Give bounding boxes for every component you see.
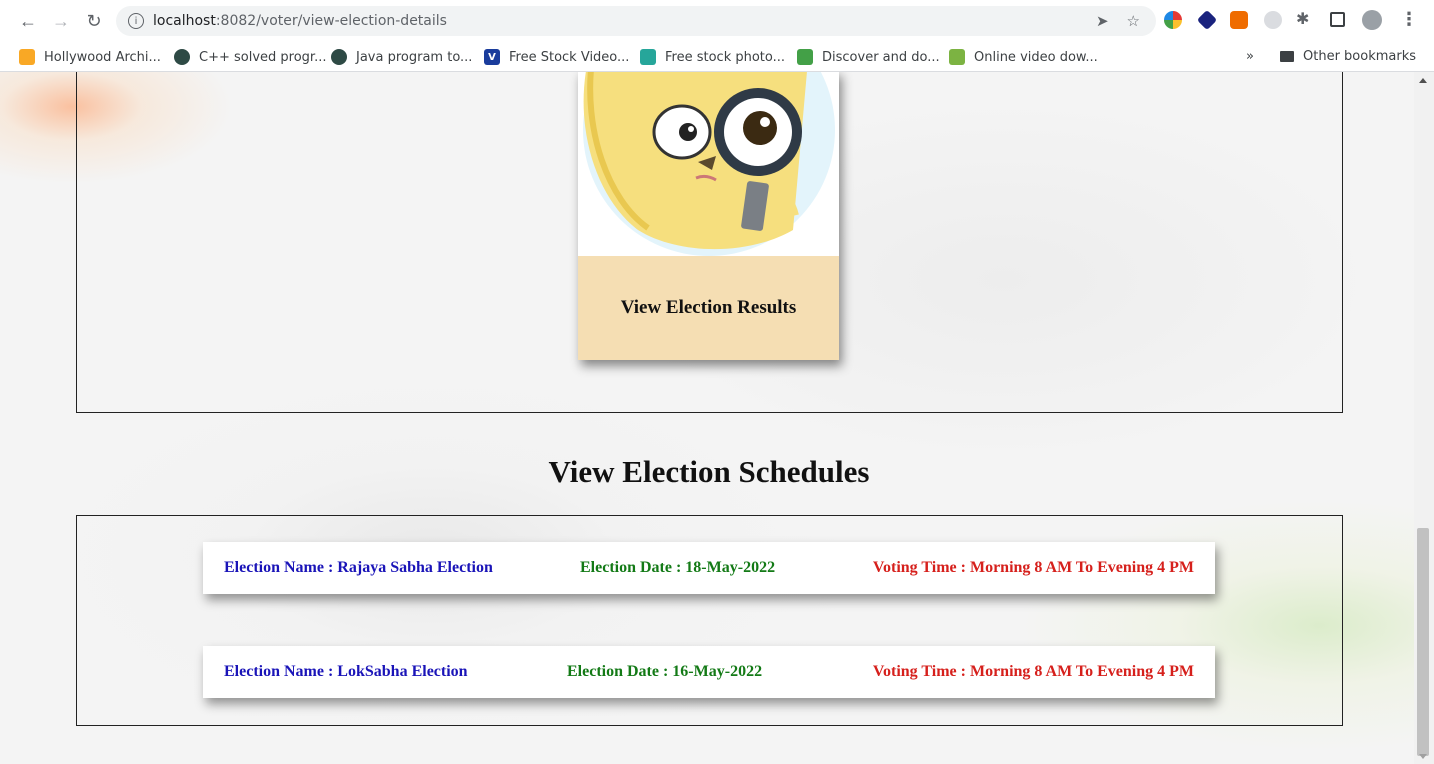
election-name: Election Name : LokSabha Election bbox=[224, 663, 468, 680]
menu-icon[interactable]: ⋮ bbox=[1400, 9, 1418, 30]
url-path: :8082/voter/view-election-details bbox=[215, 13, 447, 29]
extension-icon[interactable] bbox=[1196, 9, 1218, 31]
address-bar[interactable]: i localhost:8082/voter/view-election-det… bbox=[116, 6, 1156, 36]
mascot-image bbox=[578, 72, 839, 256]
bookmark-item[interactable]: Discover and do... bbox=[797, 49, 940, 65]
schedule-row: Election Name : Rajaya Sabha Election El… bbox=[203, 542, 1215, 594]
star-icon[interactable]: ☆ bbox=[1127, 12, 1140, 30]
schedule-row: Election Name : LokSabha Election Electi… bbox=[203, 646, 1215, 698]
bookmark-icon bbox=[331, 49, 347, 65]
other-bookmarks-label: Other bookmarks bbox=[1303, 49, 1417, 64]
forward-icon[interactable]: → bbox=[47, 7, 75, 35]
view-results-card[interactable]: View Election Results bbox=[578, 72, 839, 360]
page-viewport: View Election Results View Election Sche… bbox=[0, 72, 1434, 764]
bookmark-item[interactable]: V Free Stock Video... bbox=[484, 49, 629, 65]
bookmark-item[interactable]: C++ solved progr... bbox=[174, 49, 326, 65]
voting-time: Voting Time : Morning 8 AM To Evening 4 … bbox=[872, 663, 1194, 680]
voting-time: Voting Time : Morning 8 AM To Evening 4 … bbox=[872, 559, 1194, 576]
info-icon[interactable]: i bbox=[128, 13, 144, 29]
scroll-down-arrow-icon[interactable] bbox=[1419, 754, 1427, 759]
bookmark-item[interactable]: Free stock photo... bbox=[640, 49, 785, 65]
bookmarks-bar: Hollywood Archi... C++ solved progr... J… bbox=[0, 42, 1434, 72]
bookmark-label: Free Stock Video... bbox=[509, 49, 630, 65]
card-title[interactable]: View Election Results bbox=[621, 297, 797, 319]
bookmark-label: Discover and do... bbox=[822, 49, 940, 65]
card-footer[interactable]: View Election Results bbox=[578, 256, 839, 360]
bookmark-icon bbox=[797, 49, 813, 65]
url-text[interactable]: localhost:8082/voter/view-election-detai… bbox=[153, 13, 447, 29]
bookmark-icon: V bbox=[484, 49, 500, 65]
election-date: Election Date : 18-May-2022 bbox=[580, 559, 776, 576]
puzzle-icon[interactable]: ✱ bbox=[1296, 9, 1314, 28]
bookmark-label: C++ solved progr... bbox=[199, 49, 327, 65]
election-date: Election Date : 16-May-2022 bbox=[567, 663, 763, 680]
bookmark-label: Free stock photo... bbox=[665, 49, 786, 65]
vertical-scrollbar[interactable] bbox=[1414, 72, 1434, 764]
more-bookmarks-button[interactable]: » bbox=[1246, 49, 1254, 64]
color-wheel-icon[interactable] bbox=[1164, 11, 1182, 29]
bookmark-item[interactable]: Java program to... bbox=[331, 49, 472, 65]
send-icon[interactable]: ➤ bbox=[1096, 12, 1109, 30]
browser-toolbar: ← → ↻ i localhost:8082/voter/view-electi… bbox=[0, 0, 1434, 42]
other-bookmarks[interactable]: Other bookmarks bbox=[1280, 49, 1416, 64]
bookmark-item[interactable]: Online video dow... bbox=[949, 49, 1098, 65]
schedules-heading: View Election Schedules bbox=[548, 454, 870, 489]
election-name: Election Name : Rajaya Sabha Election bbox=[224, 559, 493, 576]
bookmark-item[interactable]: Hollywood Archi... bbox=[19, 49, 161, 65]
sidepanel-icon[interactable] bbox=[1330, 12, 1345, 27]
avatar[interactable] bbox=[1362, 10, 1382, 30]
bookmark-label: Hollywood Archi... bbox=[44, 49, 161, 65]
bookmark-label: Java program to... bbox=[356, 49, 473, 65]
bookmark-label: Online video dow... bbox=[974, 49, 1098, 65]
more-bookmarks-label: » bbox=[1246, 49, 1254, 64]
extension-icon[interactable] bbox=[1264, 11, 1282, 29]
download-icon bbox=[949, 49, 965, 65]
url-host: localhost bbox=[153, 13, 216, 29]
reload-icon[interactable]: ↻ bbox=[80, 7, 108, 35]
scroll-thumb[interactable] bbox=[1417, 528, 1429, 756]
back-icon[interactable]: ← bbox=[14, 7, 42, 35]
scroll-up-arrow-icon[interactable] bbox=[1419, 78, 1427, 83]
bookmark-icon bbox=[640, 49, 656, 65]
bookmark-icon bbox=[174, 49, 190, 65]
folder-icon bbox=[1280, 51, 1294, 62]
mascot-illustration bbox=[583, 72, 835, 256]
bookmark-icon bbox=[19, 49, 35, 65]
extension-icon[interactable] bbox=[1230, 11, 1248, 29]
